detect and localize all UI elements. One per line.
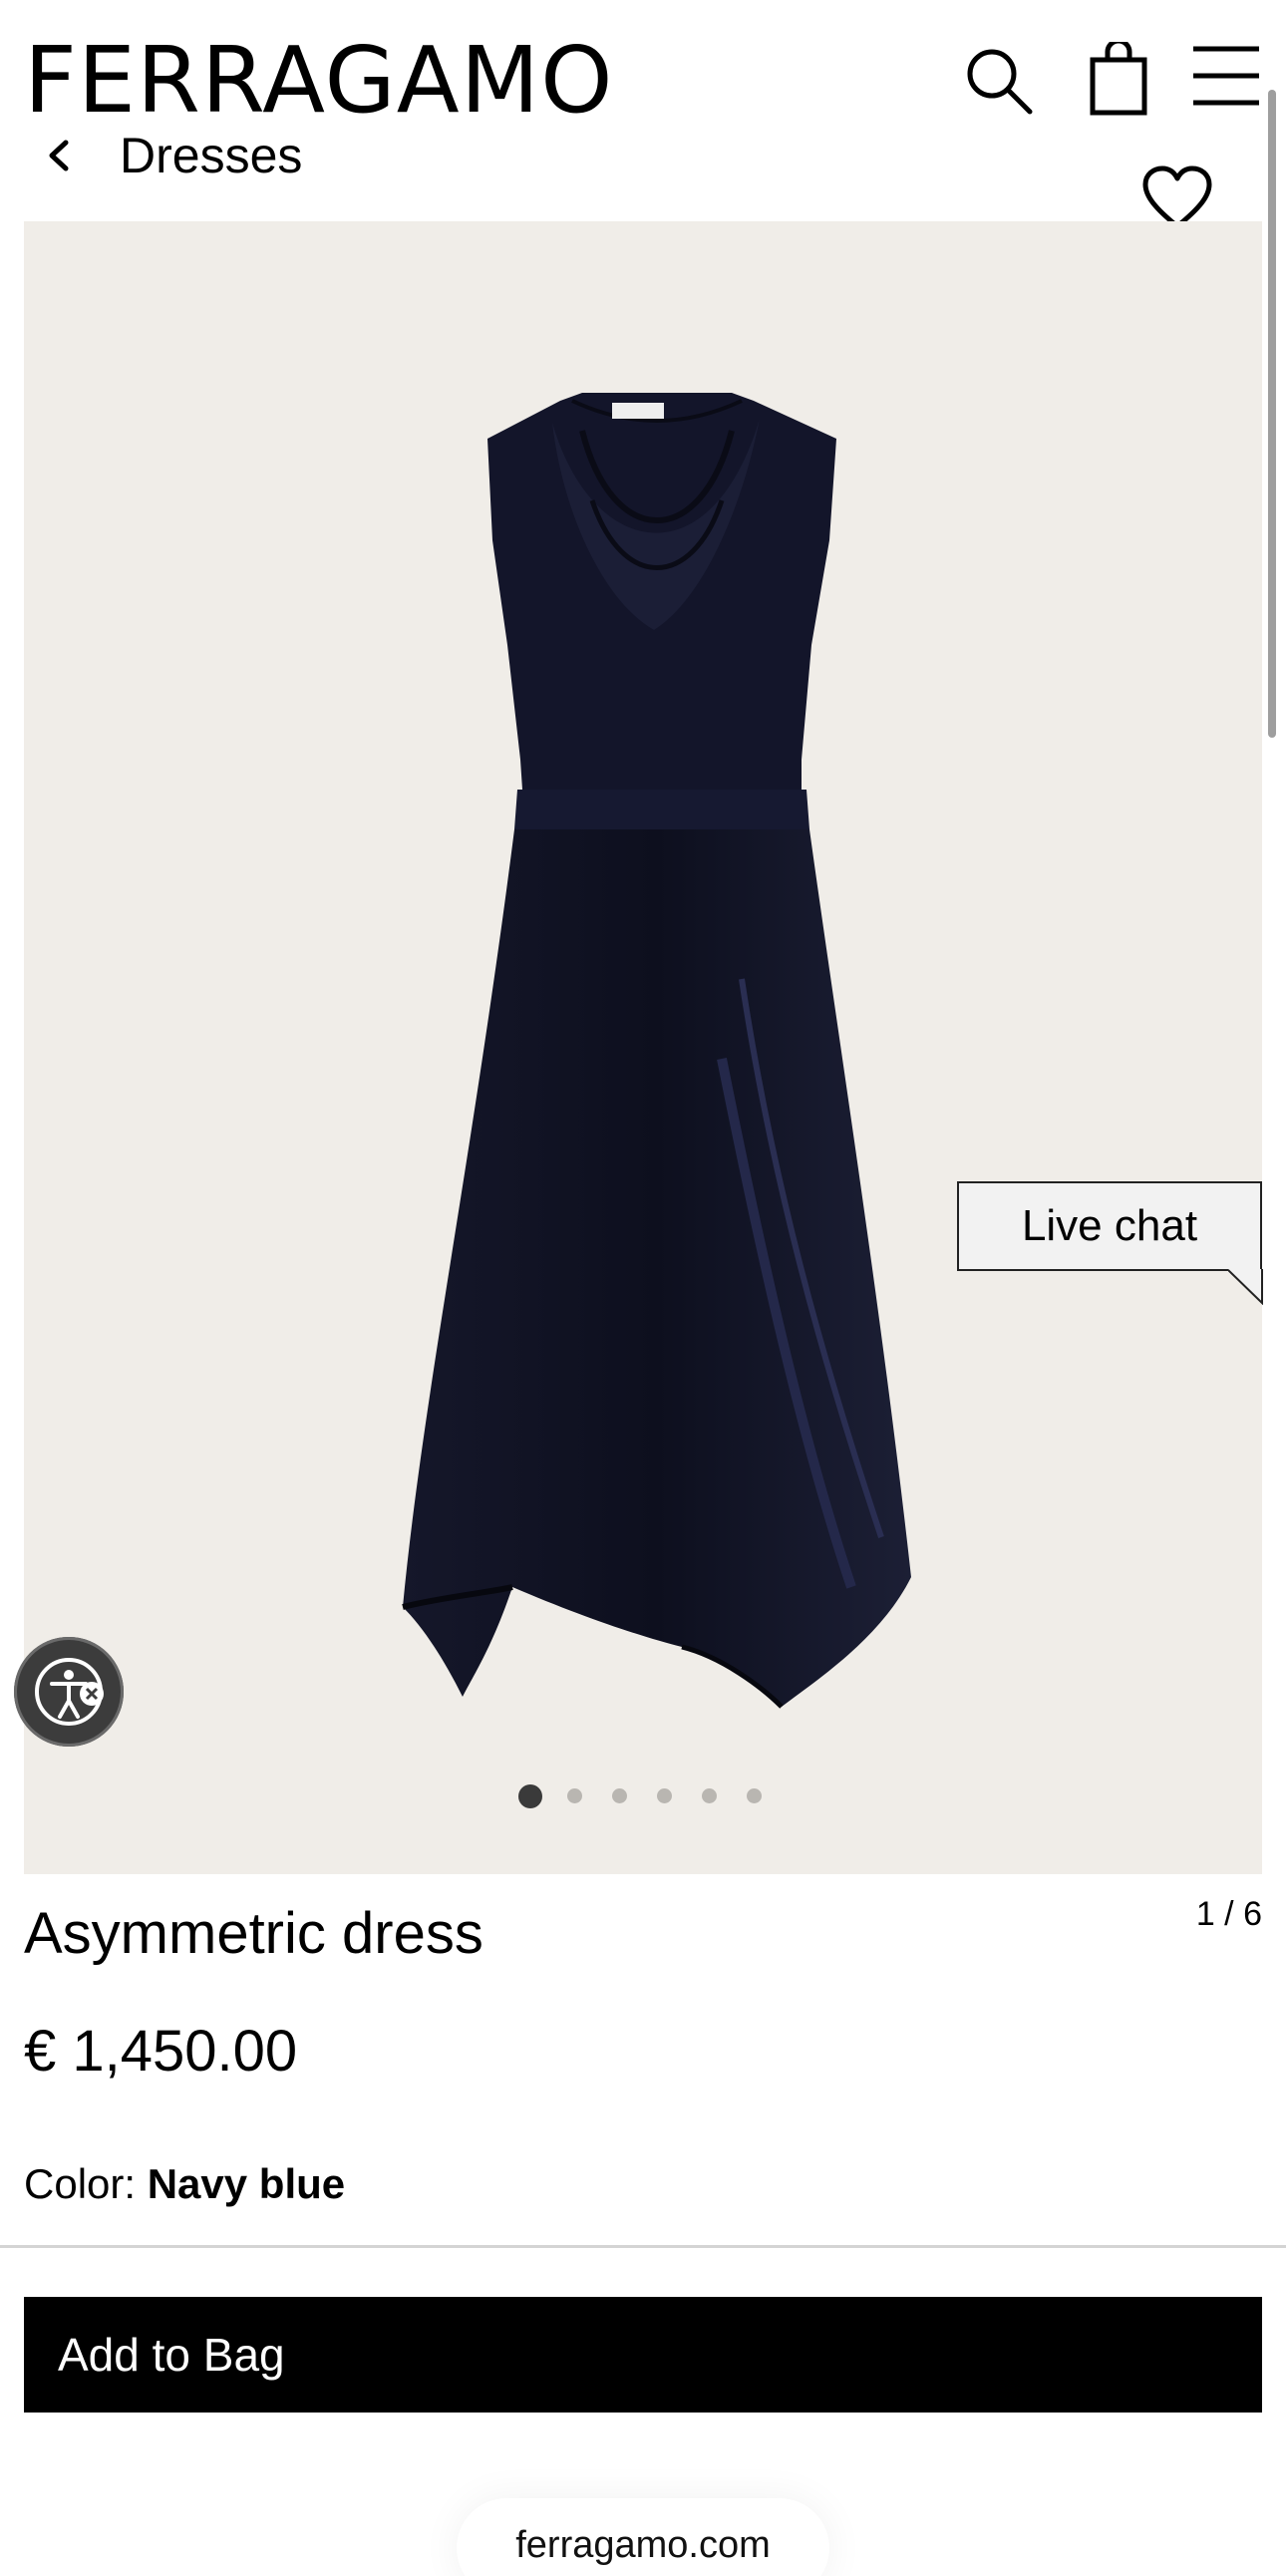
product-title: Asymmetric dress [24,1901,483,1966]
breadcrumb-label[interactable]: Dresses [120,118,302,193]
chevron-left-icon[interactable] [24,121,94,190]
carousel-dot-1[interactable] [518,1784,542,1808]
carousel-dot-6[interactable] [747,1788,762,1803]
site-header: FERRAGAMO Dresses [0,0,1286,229]
accessibility-icon [35,1658,104,1726]
carousel-dot-3[interactable] [612,1788,627,1803]
browser-url-bar[interactable]: ferragamo.com [457,2498,829,2576]
product-price: € 1,450.00 [24,2019,298,2084]
carousel-dot-5[interactable] [702,1788,717,1803]
speech-tail-icon [1228,1269,1263,1305]
divider [0,2245,1286,2248]
accessibility-button[interactable] [14,1637,124,1747]
carousel-dot-4[interactable] [657,1788,672,1803]
search-icon[interactable] [962,44,1034,116]
hamburger-menu-icon[interactable] [1191,44,1261,108]
ferragamo-logo[interactable]: FERRAGAMO [24,35,614,127]
product-page: FERRAGAMO Dresses Live chat 1 / 6 Asymme… [0,0,1286,2576]
shopping-bag-icon[interactable] [1089,42,1148,116]
image-counter: 1 / 6 [1195,1895,1262,1933]
color-value: Navy blue [147,2160,346,2207]
live-chat-button[interactable]: Live chat [957,1181,1262,1271]
carousel-dot-2[interactable] [567,1788,582,1803]
product-image-gallery[interactable] [24,221,1262,1874]
breadcrumb[interactable]: Dresses [24,118,302,193]
product-color: Color: Navy blue [24,2151,345,2217]
scrollbar[interactable] [1268,90,1276,738]
product-image[interactable] [383,361,941,1737]
color-label: Color: [24,2160,137,2207]
carousel-dots [24,1784,1262,1824]
add-to-bag-button[interactable]: Add to Bag [24,2297,1262,2413]
